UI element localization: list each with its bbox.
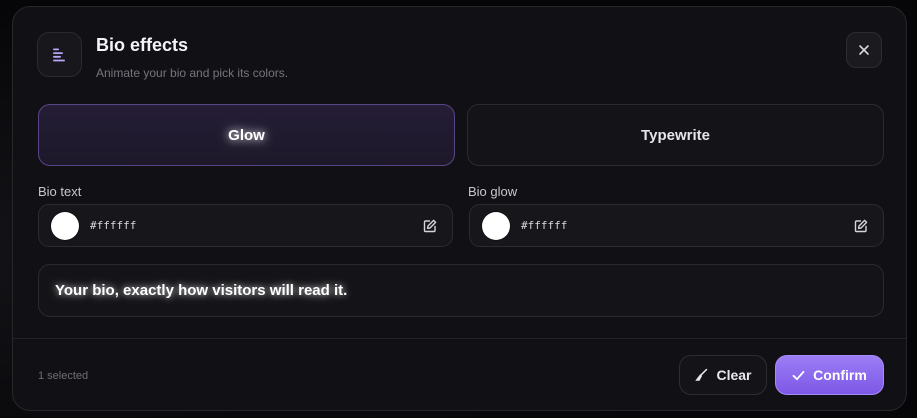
bio-text-label: Bio text [38,184,82,199]
close-button[interactable] [846,32,882,68]
clear-button-label: Clear [716,367,752,383]
bio-glow-color-swatch[interactable] [482,211,510,240]
selected-count: 1 selected [38,370,89,382]
bio-preview: Your bio, exactly how visitors will read… [38,264,884,317]
effect-option-glow[interactable]: Glow [38,104,455,166]
bio-glow-label: Bio glow [468,184,518,199]
bio-glow-edit-button[interactable] [851,216,871,236]
check-icon [792,370,805,380]
edit-icon [423,219,437,232]
bio-text-color-swatch[interactable] [51,211,79,240]
modal-title: Bio effects [96,35,189,55]
effect-option-typewrite[interactable]: Typewrite [467,104,884,166]
modal-subtitle: Animate your bio and pick its colors. [96,66,289,80]
bio-text-edit-button[interactable] [420,216,440,236]
broom-icon [695,368,708,381]
bio-glow-color-value: #ffffff [521,219,568,232]
footer-divider [13,338,906,339]
close-icon [859,45,869,55]
text-align-left-icon [37,32,82,77]
bio-text-color-field[interactable]: #ffffff [38,204,453,247]
confirm-button-label: Confirm [813,367,867,383]
bio-glow-color-field[interactable]: #ffffff [469,204,884,247]
bio-effects-modal: Bio effects Animate your bio and pick it… [12,6,907,411]
edit-icon [854,219,868,232]
clear-button[interactable]: Clear [679,355,767,395]
bio-text-color-value: #ffffff [90,219,137,232]
confirm-button[interactable]: Confirm [775,355,884,395]
